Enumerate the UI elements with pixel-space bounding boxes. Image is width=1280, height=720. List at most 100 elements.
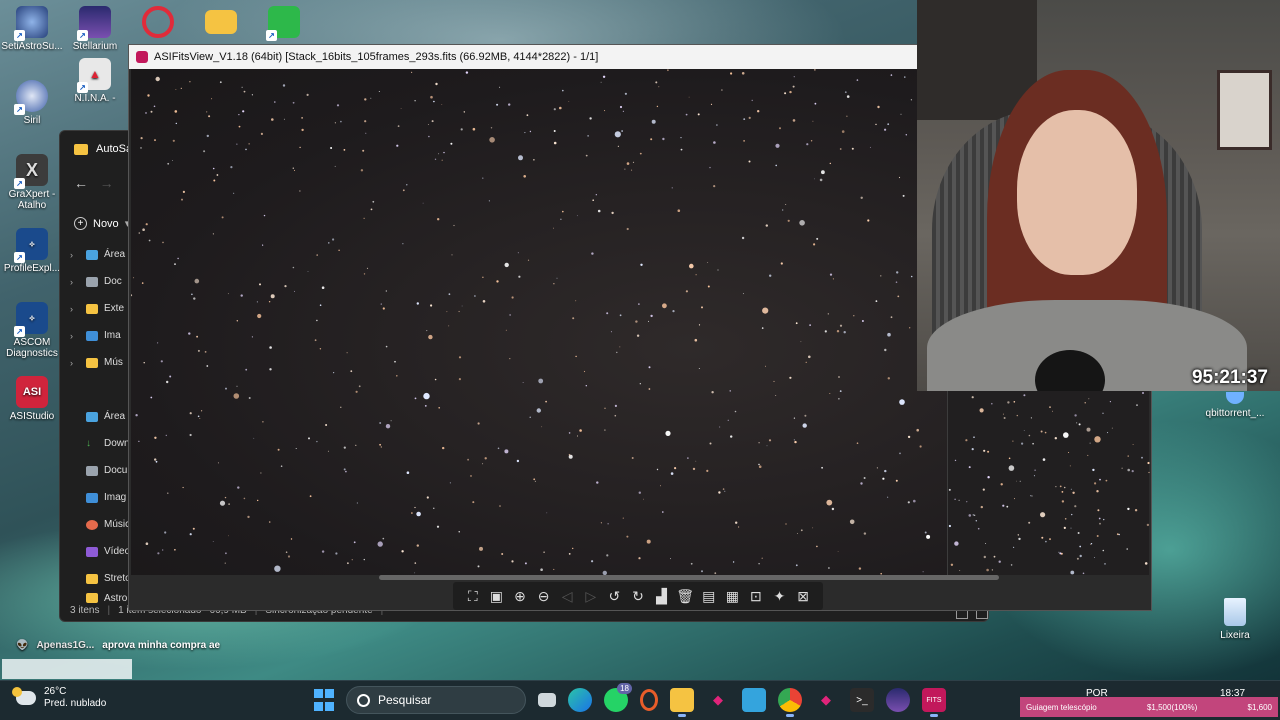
star — [698, 324, 701, 326]
star — [438, 153, 440, 155]
star — [181, 198, 183, 201]
star — [837, 551, 839, 552]
star — [1054, 437, 1057, 440]
star — [839, 148, 842, 150]
desktop-icon-graxpert[interactable]: X GraXpert - Atalho — [1, 154, 63, 211]
star — [540, 568, 543, 571]
horizontal-scrollbar[interactable] — [379, 575, 999, 580]
star — [707, 285, 710, 288]
nav-item[interactable]: Imag — [70, 484, 132, 511]
star — [157, 552, 160, 555]
star — [213, 179, 216, 182]
one-to-one-icon[interactable]: ⊡ — [747, 588, 765, 605]
nav-item[interactable]: Docu — [70, 457, 132, 484]
nav-item[interactable]: Streto — [70, 565, 132, 592]
windows-start-icon[interactable] — [314, 688, 334, 712]
star — [670, 558, 671, 560]
star — [505, 329, 507, 331]
star — [133, 277, 135, 279]
nav-item[interactable]: › Mús — [70, 349, 132, 376]
crop-icon[interactable]: ▣ — [487, 588, 505, 605]
whatsapp-icon[interactable]: 18 — [604, 683, 632, 712]
rotate-right-icon[interactable]: ↻ — [629, 588, 647, 605]
taskbar-search[interactable]: Pesquisar — [346, 686, 526, 714]
asiair-icon[interactable]: ◆ — [706, 688, 730, 712]
nav-item[interactable]: Astro — [70, 592, 132, 604]
star — [472, 501, 475, 504]
desktop-icon-stellarium[interactable]: Stellarium — [64, 6, 126, 52]
settings-icon[interactable]: ⊠ — [794, 588, 812, 605]
snipping-tool-icon[interactable] — [742, 688, 766, 712]
star — [758, 463, 760, 466]
chrome-icon[interactable] — [778, 688, 802, 717]
star — [482, 177, 484, 179]
rotate-left-icon[interactable]: ↺ — [605, 588, 623, 605]
star — [1002, 504, 1005, 507]
nav-item[interactable]: Vídeo — [70, 538, 132, 565]
nav-item[interactable]: › Exte — [70, 295, 132, 322]
star — [622, 110, 624, 112]
star — [295, 448, 297, 449]
star — [680, 148, 683, 151]
image-info-icon[interactable]: ▦ — [723, 588, 741, 605]
desktop-icon-profileexplorer[interactable]: ✧ ProfileExpl... — [1, 228, 63, 274]
stellarium-taskbar-icon[interactable] — [886, 688, 910, 712]
nav-item[interactable]: ↓ Down — [70, 430, 132, 457]
weather-widget[interactable]: 26°C Pred. nublado — [12, 686, 106, 710]
star — [959, 570, 961, 571]
terminal-icon[interactable]: >_ — [850, 688, 874, 712]
nav-item[interactable]: Músic — [70, 511, 132, 538]
star — [991, 569, 994, 571]
delete-icon[interactable]: 🗑 — [676, 588, 694, 605]
opera-icon[interactable] — [640, 689, 658, 711]
explorer-tab[interactable]: AutoSa — [74, 143, 132, 155]
edge-icon[interactable] — [568, 688, 592, 712]
star — [1059, 485, 1062, 488]
desktop-icon-nina[interactable]: ▲ N.I.N.A. - — [64, 58, 126, 104]
back-button[interactable]: ← → — [74, 175, 114, 191]
nav-item[interactable]: › Ima — [70, 322, 132, 349]
desktop-icon-green-app[interactable] — [253, 6, 315, 41]
star — [470, 475, 472, 477]
star — [380, 303, 382, 305]
star-icon[interactable]: ✦ — [771, 588, 789, 605]
prev-icon[interactable]: ◁ — [558, 588, 576, 605]
new-button[interactable]: + Novo ▾ — [74, 217, 130, 230]
desktop-icon-qbittorrent[interactable]: qbittorrent_... — [1204, 392, 1266, 419]
task-view-icon[interactable] — [538, 693, 556, 707]
star — [639, 152, 642, 155]
next-icon[interactable]: ▷ — [582, 588, 600, 605]
star — [1094, 557, 1095, 558]
star — [1052, 410, 1053, 412]
star — [236, 143, 238, 145]
desktop-icon-setiastro[interactable]: SetiAstroSu... — [1, 6, 63, 52]
star — [472, 127, 476, 131]
fits-viewer-taskbar-icon[interactable]: FITS — [922, 688, 946, 717]
histogram-icon[interactable]: ▟ — [653, 588, 671, 605]
star — [553, 141, 557, 145]
star — [1070, 488, 1072, 490]
save-icon[interactable]: ▤ — [700, 588, 718, 605]
desktop-icon-recycle-bin[interactable]: Lixeira — [1206, 598, 1264, 641]
zoom-out-icon[interactable]: ⊖ — [535, 588, 553, 605]
star — [191, 293, 193, 296]
nav-item[interactable]: › Área — [70, 241, 132, 268]
desktop-icon-asistudio[interactable]: ASI ASIStudio — [1, 376, 63, 422]
desktop-icon-opera[interactable] — [127, 6, 189, 41]
star — [400, 108, 402, 109]
fit-icon[interactable]: ⛶ — [464, 588, 482, 605]
nav-item[interactable]: Área — [70, 403, 132, 430]
star — [971, 448, 974, 451]
star — [251, 94, 253, 96]
desktop-icon-ascom-diagnostics[interactable]: ✧ ASCOM Diagnostics — [1, 302, 63, 359]
star — [482, 463, 484, 465]
star — [887, 496, 889, 498]
desktop-icon-folder[interactable] — [190, 6, 252, 37]
star — [713, 185, 716, 188]
asi-app-icon[interactable]: ◆ — [814, 688, 838, 712]
star — [257, 313, 262, 319]
nav-item[interactable]: › Doc — [70, 268, 132, 295]
file-explorer-icon[interactable] — [670, 688, 694, 717]
zoom-in-icon[interactable]: ⊕ — [511, 588, 529, 605]
desktop-icon-siril[interactable]: Siril — [1, 80, 63, 126]
